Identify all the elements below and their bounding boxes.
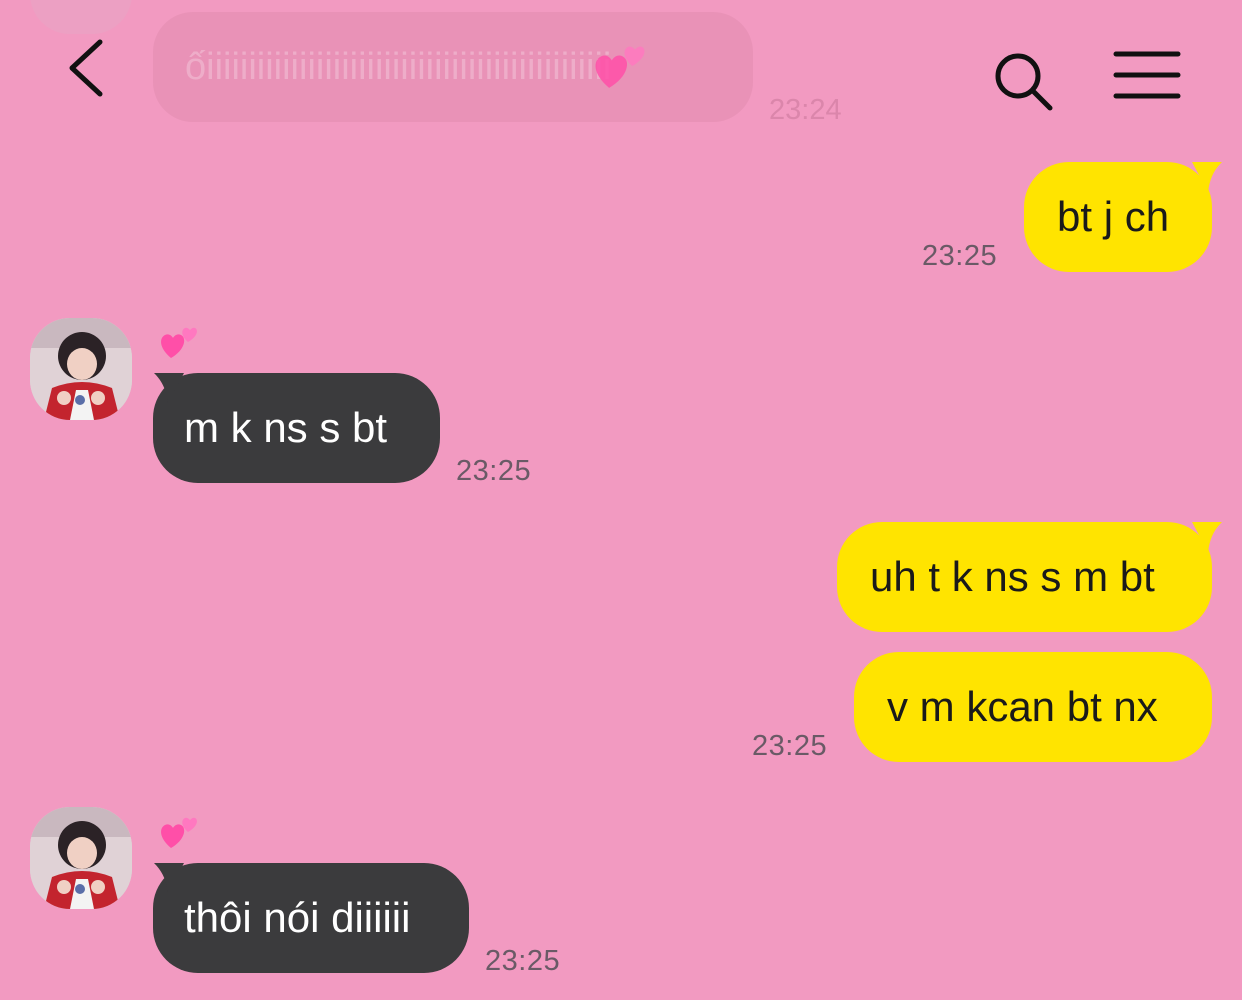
bubble-tail bbox=[1192, 522, 1222, 552]
message-time: 23:25 bbox=[752, 730, 828, 762]
message-bubble-theirs[interactable]: thôi nói diiiiii bbox=[153, 863, 469, 973]
message-text: v m kcan bt nx bbox=[887, 683, 1158, 730]
ghost-message-time: 23:24 bbox=[769, 94, 842, 126]
message-text: m k ns s bt bbox=[184, 404, 388, 451]
bubble-tail bbox=[154, 863, 184, 893]
message-bubble-theirs[interactable]: m k ns s bt bbox=[153, 373, 440, 483]
hamburger-menu-icon[interactable] bbox=[1112, 48, 1182, 104]
message-bubble-mine[interactable]: bt j ch bbox=[1024, 162, 1212, 272]
bubble-tail bbox=[1192, 162, 1222, 192]
message-text: thôi nói diiiiii bbox=[184, 894, 411, 941]
back-chevron-icon[interactable] bbox=[60, 36, 120, 100]
bubble-tail bbox=[154, 373, 184, 403]
avatar[interactable] bbox=[30, 807, 132, 909]
two-hearts-icon bbox=[595, 46, 645, 88]
message-time: 23:25 bbox=[485, 945, 561, 977]
avatar-photo bbox=[30, 318, 132, 420]
message-time: 23:25 bbox=[456, 455, 532, 487]
avatar-photo bbox=[30, 807, 132, 909]
ghost-message-bubble[interactable]: ốiiiiiiiiiiiiiiiiiiiiiiiiiiiiiiiiiiiiiii… bbox=[153, 12, 753, 122]
search-icon[interactable] bbox=[990, 48, 1056, 114]
ghost-avatar bbox=[30, 0, 132, 34]
avatar[interactable] bbox=[30, 318, 132, 420]
message-text: uh t k ns s m bt bbox=[870, 553, 1155, 600]
message-time: 23:25 bbox=[922, 240, 998, 272]
message-text: bt j ch bbox=[1057, 193, 1170, 240]
ghost-message-text: ốiiiiiiiiiiiiiiiiiiiiiiiiiiiiiiiiiiiiiii… bbox=[185, 45, 612, 88]
two-hearts-icon bbox=[161, 327, 197, 358]
message-bubble-mine[interactable]: uh t k ns s m bt bbox=[837, 522, 1212, 632]
message-bubble-mine[interactable]: v m kcan bt nx bbox=[854, 652, 1212, 762]
two-hearts-icon bbox=[161, 817, 197, 848]
